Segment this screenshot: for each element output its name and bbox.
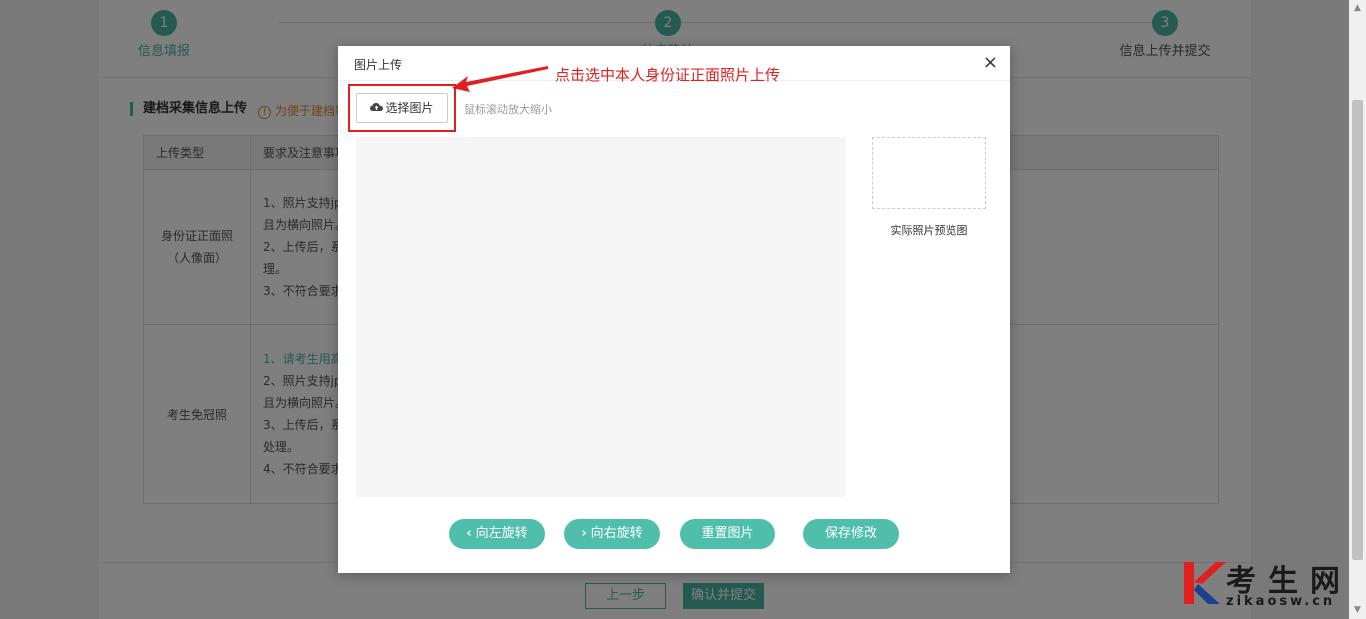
preview-label: 实际照片预览图 [890, 224, 968, 237]
watermark-logo: 考生网 zikaosw.cn [1180, 556, 1360, 616]
photo-preview-box [872, 137, 986, 209]
annotation-arrow-icon [452, 66, 548, 92]
cloud-upload-icon [370, 94, 384, 122]
scroll-up-icon[interactable]: ▲ [1349, 0, 1366, 17]
image-crop-area[interactable] [356, 137, 846, 497]
rotate-left-label: 向左旋转 [475, 526, 528, 541]
page-scrollbar[interactable]: ▲ ▼ [1349, 0, 1366, 619]
zoom-hint: 鼠标滚动放大缩小 [464, 103, 552, 116]
image-upload-dialog: 图片上传 × 选择图片 鼠标滚动放大缩小 实际照片预览图 ‹ 向左旋转 › 向右旋转… [338, 46, 1010, 573]
annotation-text: 点击选中本人身份证正面照片上传 [555, 66, 781, 84]
reset-image-button[interactable]: 重置图片 [680, 519, 775, 549]
chevron-right-icon: › [581, 526, 587, 541]
rotate-right-button[interactable]: › 向右旋转 [564, 519, 660, 549]
logo-k-icon [1184, 562, 1226, 604]
close-icon[interactable]: × [983, 53, 998, 73]
logo-url: zikaosw.cn [1226, 594, 1336, 609]
save-changes-button[interactable]: 保存修改 [803, 519, 899, 549]
rotate-right-label: 向右旋转 [590, 526, 643, 541]
select-image-label: 选择图片 [385, 101, 434, 115]
rotate-left-button[interactable]: ‹ 向左旋转 [449, 519, 545, 549]
scroll-thumb[interactable] [1352, 100, 1363, 560]
select-image-button[interactable]: 选择图片 [356, 93, 448, 123]
chevron-left-icon: ‹ [466, 526, 472, 541]
dialog-title: 图片上传 [354, 58, 403, 72]
